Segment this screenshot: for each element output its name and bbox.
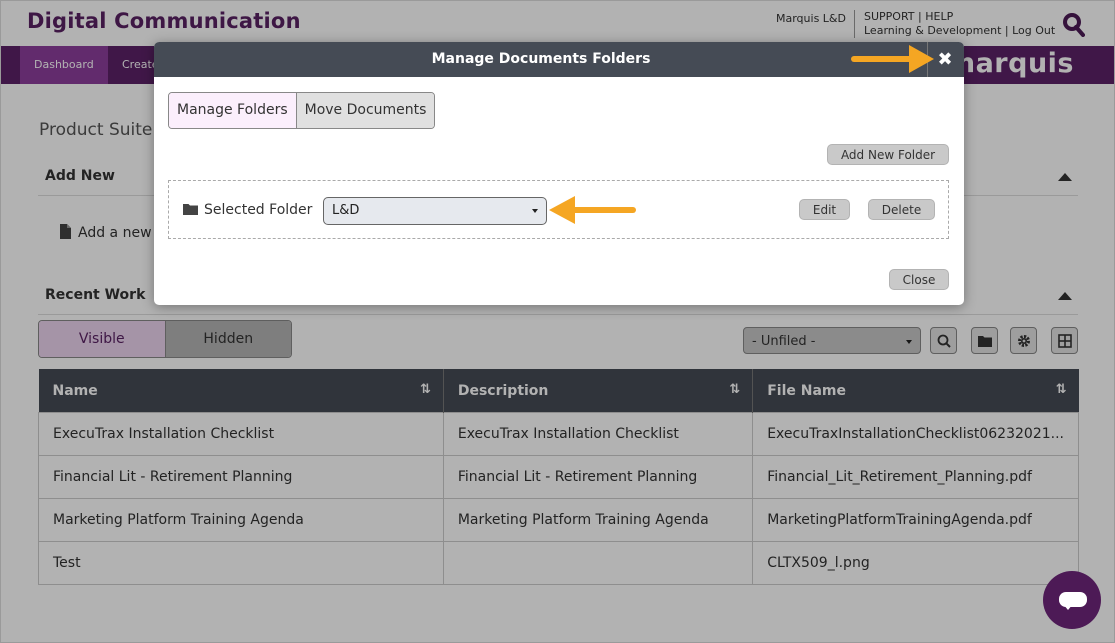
close-icon[interactable]: ✖ xyxy=(930,46,960,73)
folder-icon xyxy=(183,204,198,215)
tab-move-documents[interactable]: Move Documents xyxy=(296,93,435,128)
delete-folder-button[interactable]: Delete xyxy=(868,199,935,220)
selected-folder-panel: Selected Folder L&D Edit Delete xyxy=(168,180,949,239)
chevron-down-icon xyxy=(532,209,538,213)
app-window: Digital Communication Marquis L&D SUPPOR… xyxy=(0,0,1115,643)
close-button[interactable]: Close xyxy=(889,269,949,290)
selected-folder-label: Selected Folder xyxy=(183,202,312,218)
add-new-folder-button[interactable]: Add New Folder xyxy=(827,144,949,165)
chat-button[interactable] xyxy=(1043,571,1101,629)
manage-folders-dialog: Manage Documents Folders ✖ Manage Folder… xyxy=(154,42,964,305)
dialog-header: Manage Documents Folders ✖ xyxy=(154,42,964,77)
dialog-tabs: Manage Folders Move Documents xyxy=(168,92,436,129)
chat-bubble-tail xyxy=(1063,604,1073,610)
selected-folder-select[interactable]: L&D xyxy=(323,197,547,225)
edit-folder-button[interactable]: Edit xyxy=(799,199,850,220)
dialog-header-divider xyxy=(927,42,928,77)
selected-folder-value: L&D xyxy=(332,203,360,218)
dialog-title: Manage Documents Folders xyxy=(431,51,651,67)
tab-manage-folders[interactable]: Manage Folders xyxy=(169,93,297,128)
